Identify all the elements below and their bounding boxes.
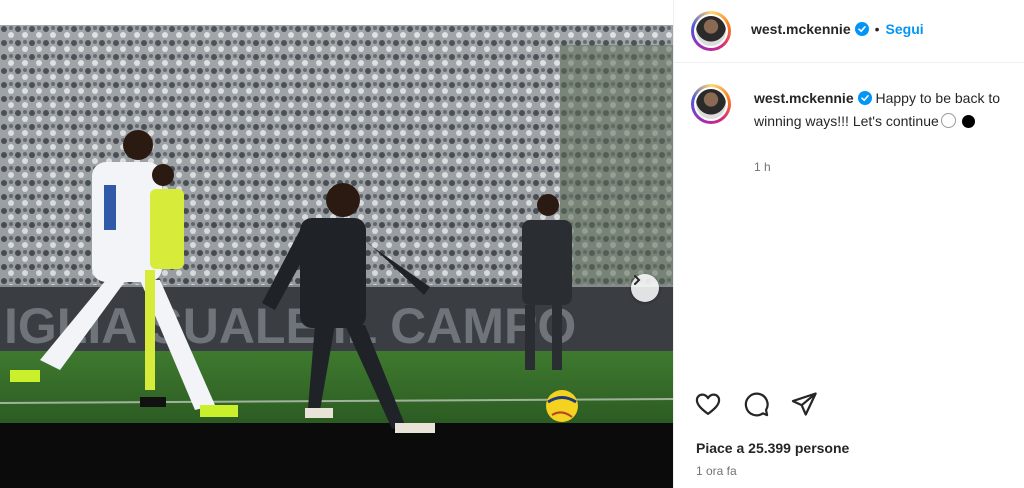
comment-icon[interactable] bbox=[742, 390, 770, 418]
soccer-ball bbox=[546, 390, 578, 422]
caption-avatar[interactable] bbox=[691, 84, 731, 124]
post-header: west.mckennie • Segui bbox=[674, 0, 1024, 63]
heart-icon[interactable] bbox=[694, 390, 722, 418]
likes-count[interactable]: Piace a 25.399 persone bbox=[696, 440, 849, 456]
carousel-next-button[interactable] bbox=[631, 274, 659, 302]
post-caption: west.mckennie Happy to be back to winnin… bbox=[754, 88, 1019, 132]
post-side-panel: west.mckennie • Segui west.mckennie Happy … bbox=[673, 0, 1024, 488]
author-username[interactable]: west.mckennie bbox=[751, 21, 851, 37]
verified-badge-icon bbox=[854, 22, 869, 41]
post-timestamp[interactable]: 1 ora fa bbox=[696, 464, 737, 478]
white-circle-icon bbox=[940, 113, 956, 128]
post-photo: IGLIA SUALE IL CAMPO bbox=[0, 25, 673, 488]
separator-dot: • bbox=[874, 21, 880, 37]
send-icon[interactable] bbox=[790, 390, 818, 418]
action-bar bbox=[694, 390, 818, 418]
caption-username[interactable]: west.mckennie bbox=[754, 90, 854, 106]
post-media[interactable]: IGLIA SUALE IL CAMPO bbox=[0, 25, 673, 488]
caption-timestamp[interactable]: 1 h bbox=[754, 160, 771, 174]
black-circle-icon bbox=[961, 115, 975, 128]
verified-badge-icon bbox=[857, 90, 872, 111]
avatar[interactable] bbox=[691, 11, 731, 51]
follow-button[interactable]: Segui bbox=[886, 21, 924, 37]
